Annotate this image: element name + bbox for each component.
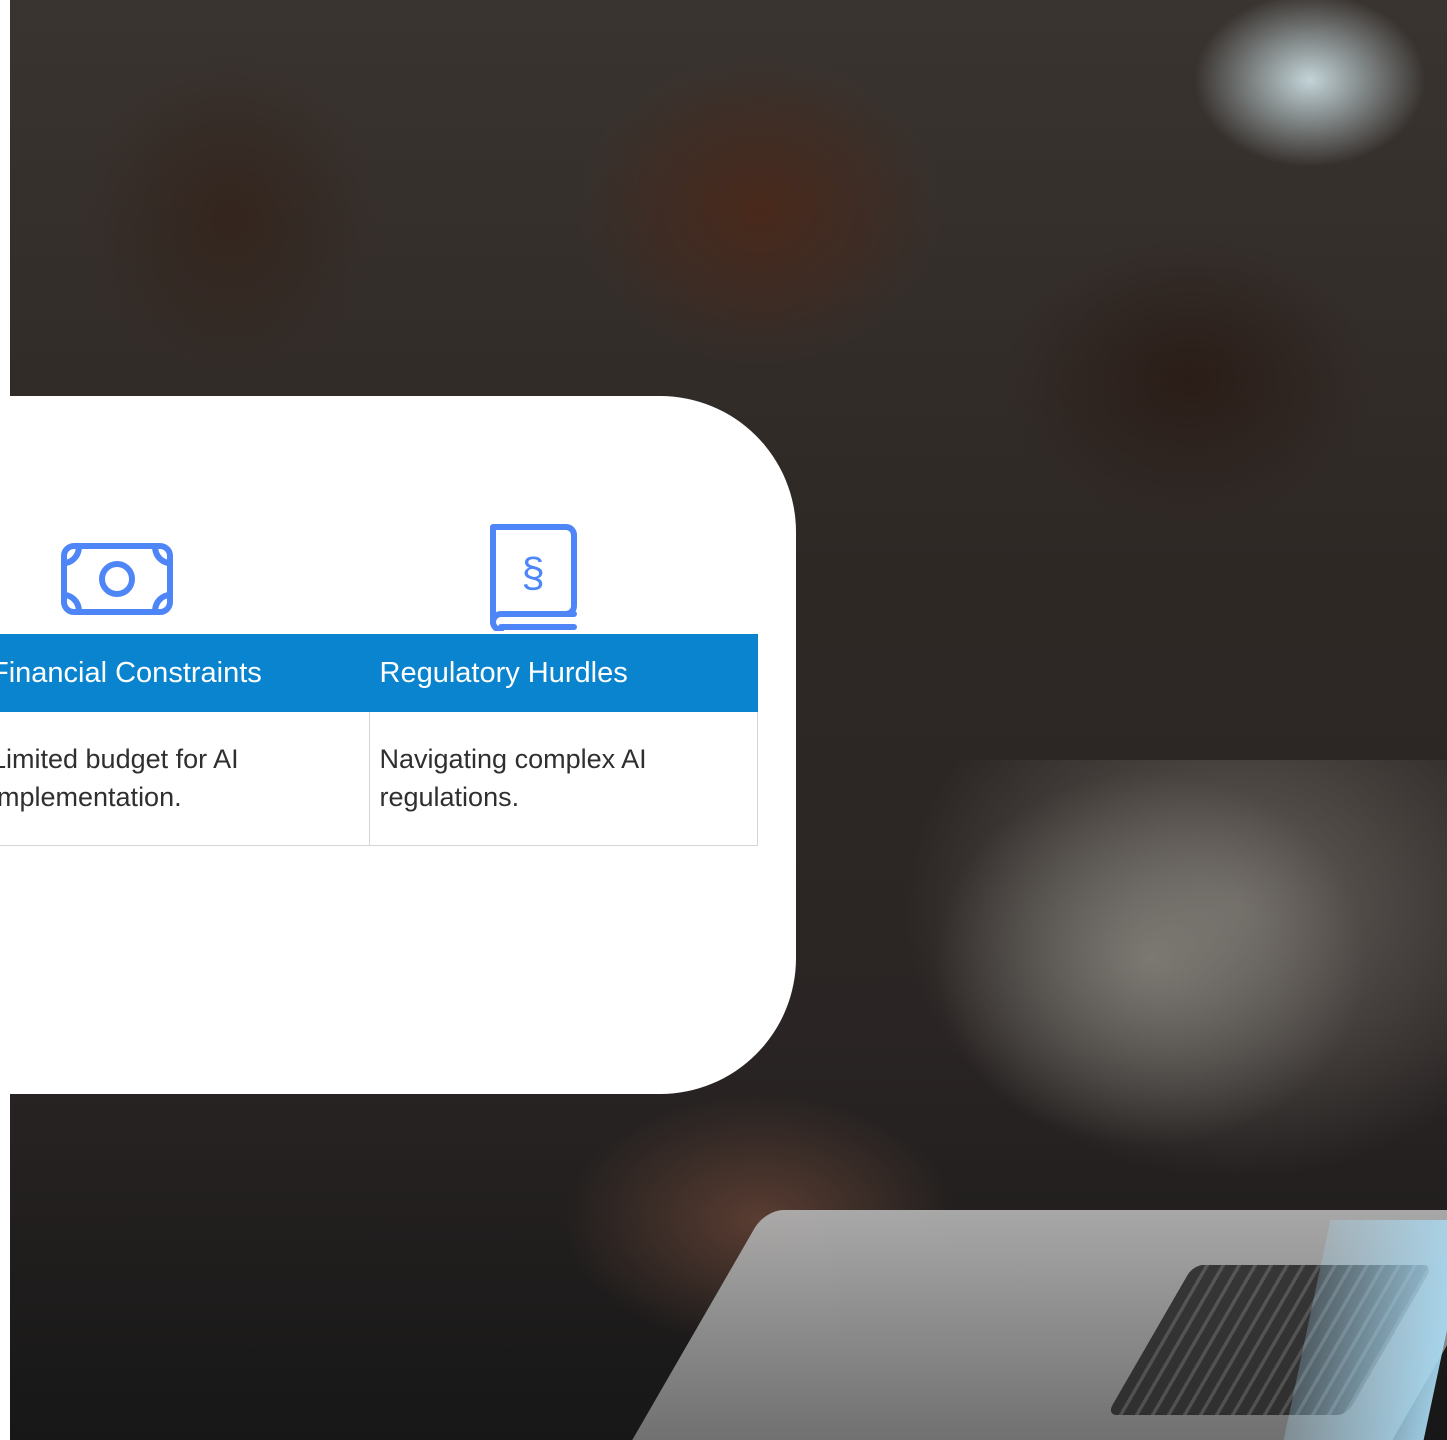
money-bill-icon	[61, 541, 173, 617]
challenges-table: Financial Constraints Regulatory Hurdles…	[0, 634, 758, 846]
header-financial-constraints: Financial Constraints	[0, 634, 370, 712]
table-row: Limited budget for AI implementation. Na…	[0, 711, 758, 846]
regulatory-description: Navigating complex AI regulations.	[368, 711, 758, 846]
challenges-card: § Financial Constraints Regulatory Hurdl…	[0, 396, 796, 1094]
financial-description: Limited budget for AI implementation.	[0, 711, 370, 846]
svg-text:§: §	[521, 549, 544, 596]
shirt-shading	[900, 760, 1447, 1180]
header-regulatory-hurdles: Regulatory Hurdles	[368, 634, 758, 712]
law-book-icon: §	[483, 523, 579, 631]
